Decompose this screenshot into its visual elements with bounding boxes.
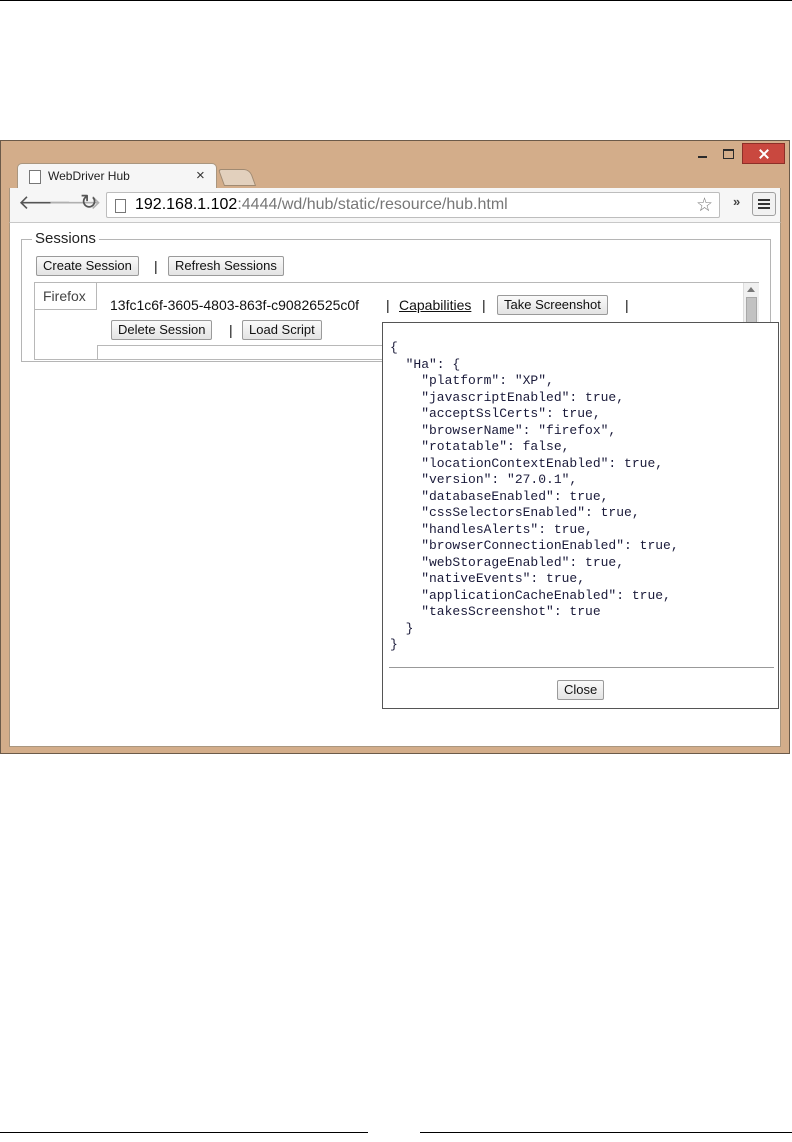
page-top-rule [0, 0, 792, 1]
address-bar[interactable]: 192.168.1.102:4444/wd/hub/static/resourc… [106, 192, 720, 218]
create-session-button[interactable]: Create Session [36, 256, 139, 276]
tab-close-icon[interactable]: × [196, 167, 205, 184]
scroll-up-icon[interactable] [747, 287, 755, 292]
footer-rule-right [420, 1132, 792, 1133]
separator: | [386, 297, 390, 313]
close-button[interactable]: Close [557, 680, 605, 700]
separator: | [482, 297, 486, 313]
menu-icon-bar [758, 207, 770, 209]
capabilities-dialog: { "Ha": { "platform": "XP", "javascriptE… [382, 322, 779, 709]
sessions-legend: Sessions [32, 230, 99, 247]
delete-session-button[interactable]: Delete Session [111, 320, 213, 340]
minimize-icon[interactable] [689, 143, 715, 164]
browser-tab[interactable]: WebDriver Hub × [17, 163, 217, 189]
menu-icon[interactable] [752, 192, 776, 216]
load-script-button[interactable]: Load Script [242, 320, 322, 340]
take-screenshot-button[interactable]: Take Screenshot [497, 295, 608, 315]
footer-rule-left [0, 1132, 368, 1133]
maximize-icon[interactable] [715, 143, 741, 164]
window-close-icon[interactable] [742, 143, 785, 164]
separator: | [154, 258, 158, 274]
url-host: 192.168.1.102 [135, 196, 238, 213]
overflow-chevron-icon[interactable]: » [733, 194, 740, 209]
browser-toolbar: 🡐 🡒 ↻ 192.168.1.102:4444/wd/hub/static/r… [9, 188, 781, 222]
page-icon [29, 170, 41, 184]
capabilities-json: { "Ha": { "platform": "XP", "javascriptE… [390, 340, 679, 652]
tab-firefox[interactable]: Firefox [35, 283, 97, 310]
dialog-divider [389, 667, 774, 668]
refresh-sessions-button[interactable]: Refresh Sessions [168, 256, 284, 276]
reload-icon[interactable]: ↻ [80, 191, 98, 215]
capabilities-link[interactable]: Capabilities [399, 297, 471, 313]
separator: | [625, 297, 629, 313]
session-id: 13fc1c6f-3605-4803-863f-c90826525c0f [110, 297, 360, 313]
page-icon [115, 199, 126, 213]
menu-icon-bar [758, 203, 770, 205]
star-icon[interactable]: ☆ [696, 194, 713, 217]
tab-title: WebDriver Hub [48, 169, 130, 183]
separator: | [229, 322, 233, 338]
new-tab-button[interactable] [217, 169, 257, 186]
url-path: :4444/wd/hub/static/resource/hub.html [237, 196, 508, 213]
menu-icon-bar [758, 199, 770, 201]
url-text[interactable]: 192.168.1.102:4444/wd/hub/static/resourc… [135, 196, 508, 214]
